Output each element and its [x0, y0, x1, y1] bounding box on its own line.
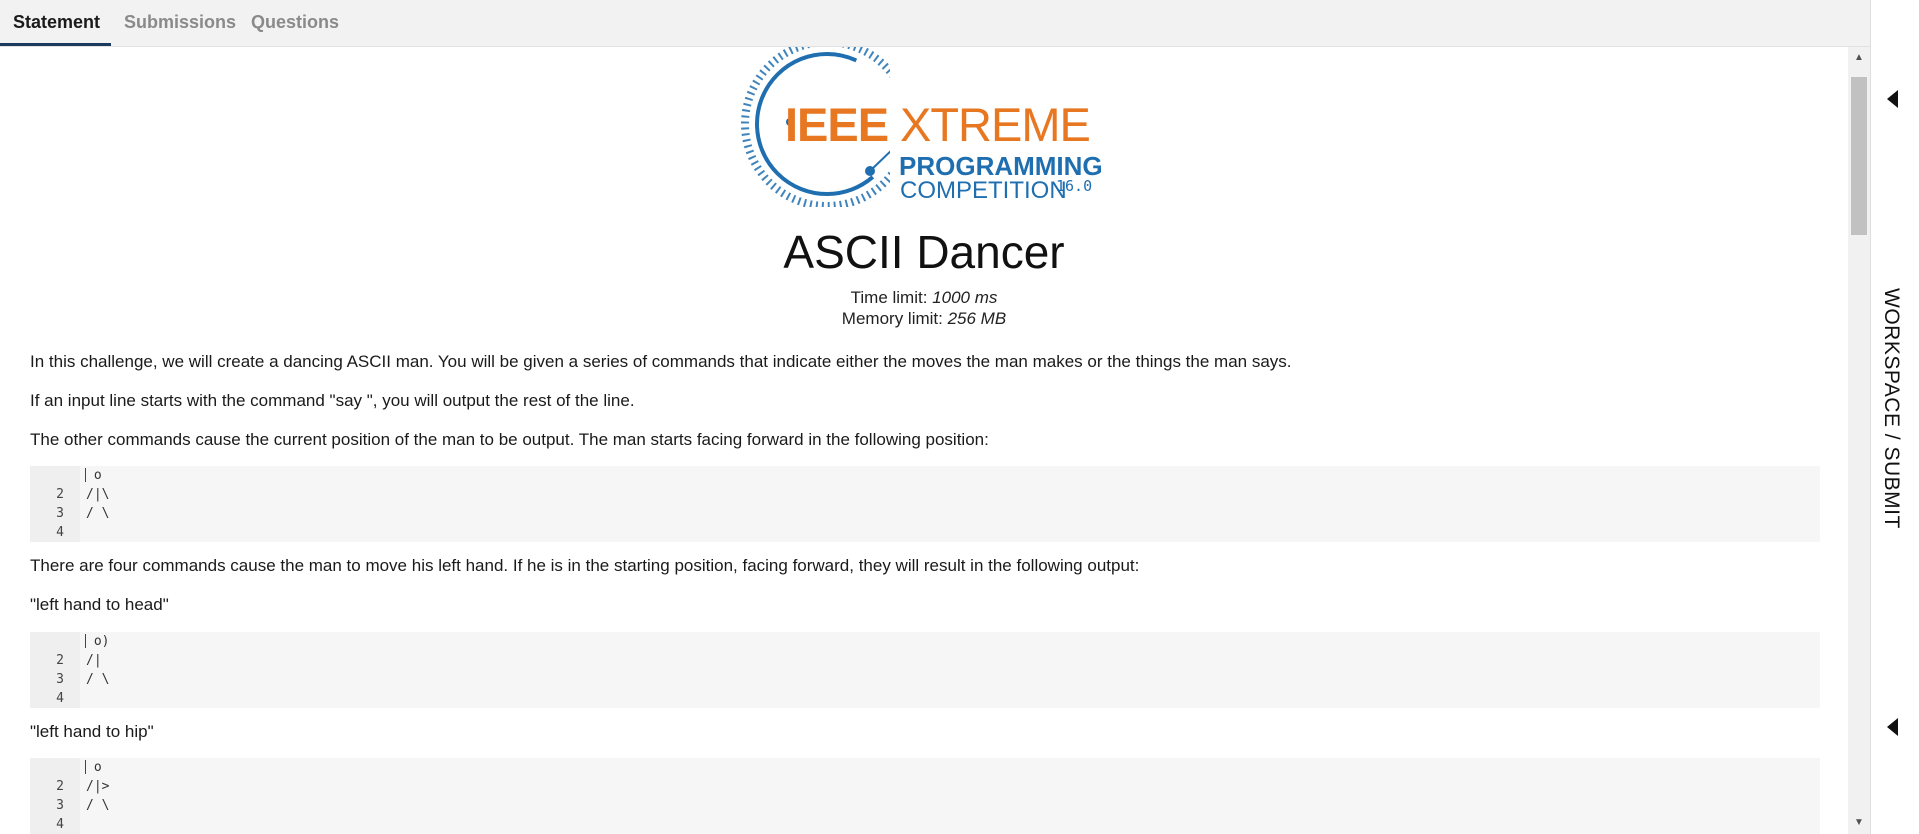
statement-panel: IEEE XTREME PROGRAMMING COMPETITION 16.0… [0, 47, 1848, 834]
tab-statement[interactable]: Statement [13, 0, 100, 44]
logo-ieee-text: IEEE [785, 98, 889, 151]
tab-submissions[interactable]: Submissions [124, 0, 236, 44]
scroll-up-arrow-icon[interactable]: ▲ [1848, 50, 1870, 66]
time-limit: Time limit: 1000 ms [0, 287, 1848, 308]
code-line: /| [86, 653, 102, 668]
expand-left-arrow-icon[interactable] [1887, 90, 1898, 108]
line-number: 2 [56, 653, 64, 668]
tab-bar: Statement Submissions Questions [0, 0, 1870, 47]
code-line: o [86, 468, 102, 483]
logo-competition-text: COMPETITION [900, 177, 1067, 204]
line-number: 2 [56, 779, 64, 794]
line-number: 4 [56, 817, 64, 832]
line-number: 3 [56, 506, 64, 521]
code-block: 2 3 4 o /|\ / \ [30, 466, 1820, 542]
memory-limit: Memory limit: 256 MB [0, 308, 1848, 329]
line-number: 3 [56, 672, 64, 687]
logo-version-text: 16.0 [1056, 177, 1093, 195]
statement-paragraph: The other commands cause the current pos… [30, 430, 989, 449]
code-line: /|\ [86, 487, 110, 502]
code-line: / \ [86, 506, 110, 521]
code-line: / \ [86, 798, 110, 813]
code-gutter: 2 3 4 [30, 466, 80, 542]
line-number: 3 [56, 798, 64, 813]
ieeextreme-logo: IEEE XTREME PROGRAMMING COMPETITION 16.0 [740, 47, 1110, 207]
logo-xtreme-text: XTREME [900, 98, 1091, 151]
scroll-thumb[interactable] [1851, 77, 1867, 235]
memory-limit-value: 256 MB [947, 309, 1007, 328]
code-gutter: 2 3 4 [30, 758, 80, 834]
expand-left-arrow-icon[interactable] [1887, 718, 1898, 736]
workspace-panel-toggle[interactable]: WORKSPACE / SUBMIT [1870, 0, 1919, 834]
statement-paragraph: "left hand to hip" [30, 722, 154, 741]
code-line: /|> [86, 779, 110, 794]
workspace-submit-label[interactable]: WORKSPACE / SUBMIT [1879, 288, 1903, 529]
problem-title: ASCII Dancer [783, 226, 1065, 278]
time-limit-value: 1000 ms [932, 288, 998, 307]
line-number: 4 [56, 525, 64, 540]
statement-paragraph: If an input line starts with the command… [30, 391, 635, 410]
statement-paragraph: "left hand to head" [30, 595, 169, 614]
code-line: o [86, 760, 102, 775]
memory-limit-label: Memory limit: [841, 309, 943, 328]
time-limit-label: Time limit: [850, 288, 928, 307]
code-block: 2 3 4 o) /| / \ [30, 632, 1820, 708]
line-number: 4 [56, 691, 64, 706]
tab-questions[interactable]: Questions [251, 0, 339, 44]
code-line: / \ [86, 672, 110, 687]
active-tab-indicator [0, 43, 111, 46]
code-block: 2 3 4 o /|> / \ [30, 758, 1820, 834]
statement-paragraph: There are four commands cause the man to… [30, 556, 1140, 575]
statement-paragraph: In this challenge, we will create a danc… [30, 352, 1292, 371]
code-gutter: 2 3 4 [30, 632, 80, 708]
vertical-scrollbar[interactable]: ▲ ▼ [1848, 47, 1870, 834]
problem-limits: Time limit: 1000 ms Memory limit: 256 MB [0, 287, 1848, 329]
code-line: o) [86, 634, 110, 649]
line-number: 2 [56, 487, 64, 502]
scroll-down-arrow-icon[interactable]: ▼ [1848, 815, 1870, 831]
